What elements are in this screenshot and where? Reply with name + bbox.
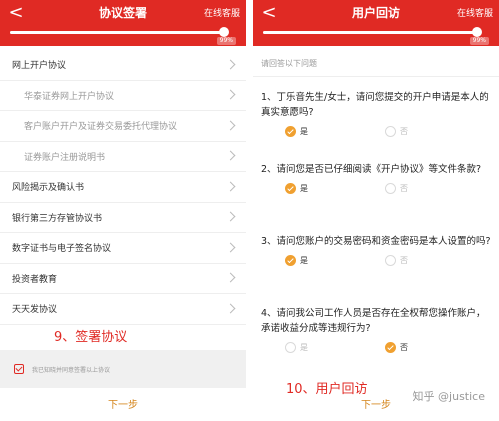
question-hint: 请回答以下问题 — [261, 59, 317, 68]
answer-label: 是 — [300, 184, 308, 193]
progress-track — [263, 31, 479, 34]
answer-no-option[interactable]: 否 — [385, 183, 408, 194]
radio-icon[interactable] — [285, 183, 296, 194]
answer-label: 是 — [300, 127, 308, 136]
chevron-right-icon — [225, 59, 236, 70]
header-bar: < 用户回访 在线客服 99% — [253, 0, 499, 46]
chevron-right-icon — [225, 89, 236, 100]
next-button[interactable]: 下一步 — [0, 396, 246, 411]
checkmark-icon — [287, 256, 294, 264]
answer-no-option[interactable]: 否 — [385, 255, 408, 266]
question-text: 4、请问我公司工作人员是否存在全权帮您操作账户，承诺收益分成等违规行为? — [261, 308, 486, 334]
watermark: 知乎 @justice — [412, 390, 485, 403]
agreement-item[interactable]: 银行第三方存管协议书 — [0, 203, 246, 233]
progress-knob — [218, 27, 229, 37]
agreement-item-label: 客户账户开户及证券交易委托代理协议 — [24, 122, 178, 133]
answer-no-option[interactable]: 否 — [385, 342, 408, 353]
checkmark-icon — [287, 127, 294, 135]
answer-options: 是否 — [261, 342, 493, 360]
checkmark-icon — [287, 184, 294, 192]
header-bar: < 协议签署 在线客服 99% — [0, 0, 246, 46]
agreement-item[interactable]: 证券账户注册说明书 — [0, 142, 246, 172]
answer-label: 是 — [300, 343, 308, 352]
radio-icon[interactable] — [385, 183, 396, 194]
radio-icon[interactable] — [385, 255, 396, 266]
chevron-right-icon — [225, 242, 236, 253]
confirm-checkbox[interactable] — [14, 364, 24, 374]
question-item: 1、丁乐音先生/女士，请问您提交的开户申请是本人的真实意愿吗? 是否 — [261, 90, 493, 144]
question-item: 4、请问我公司工作人员是否存在全权帮您操作账户，承诺收益分成等违规行为? 是否 — [261, 306, 493, 360]
checkmark-icon — [387, 343, 394, 351]
agreement-item[interactable]: 风险揭示及确认书 — [0, 172, 246, 203]
chevron-right-icon — [225, 272, 236, 283]
progress-fill — [10, 31, 224, 34]
answer-yes-option[interactable]: 是 — [285, 126, 308, 137]
step-caption: 9、签署协议 — [54, 330, 128, 345]
answer-yes-option[interactable]: 是 — [285, 342, 308, 353]
agreement-item[interactable]: 华泰证券网上开户协议 — [0, 81, 246, 111]
question-text: 3、请问您账户的交易密码和资金密码是本人设置的吗? — [261, 236, 491, 247]
checkmark-icon — [15, 364, 23, 372]
progress-knob — [471, 27, 482, 37]
chevron-right-icon — [225, 303, 236, 314]
radio-icon[interactable] — [285, 126, 296, 137]
radio-icon[interactable] — [385, 342, 396, 353]
progress-fill — [263, 31, 477, 34]
step-caption: 10、用户回访 — [286, 382, 368, 397]
answer-yes-option[interactable]: 是 — [285, 255, 308, 266]
agreement-item-label: 数字证书与电子签名协议 — [12, 244, 112, 255]
agreement-item[interactable]: 投资者教育 — [0, 264, 246, 294]
agreement-item-label: 证券账户注册说明书 — [24, 152, 106, 163]
progress-track — [10, 31, 226, 34]
radio-icon[interactable] — [285, 342, 296, 353]
radio-icon[interactable] — [285, 255, 296, 266]
confirm-text: 我已知晓并同意签署以上协议 — [32, 366, 111, 374]
user-callback-screen: < 用户回访 在线客服 99% 请回答以下问题 1、丁乐音先生/女士，请问您提交… — [253, 0, 499, 421]
answer-label: 是 — [300, 256, 308, 265]
agreement-item-label: 银行第三方存管协议书 — [12, 213, 103, 224]
divider — [253, 76, 499, 77]
agreement-item-label: 风险揭示及确认书 — [12, 183, 85, 194]
answer-options: 是否 — [261, 255, 493, 273]
answer-no-option[interactable]: 否 — [385, 126, 408, 137]
online-service-link[interactable]: 在线客服 — [204, 6, 240, 19]
agreement-item[interactable]: 天天发协议 — [0, 294, 246, 325]
progress-percent: 99% — [216, 37, 236, 45]
agreement-signing-screen: < 协议签署 在线客服 99% 网上开户协议华泰证券网上开户协议客户账户开户及证… — [0, 0, 246, 421]
agreement-item-label: 投资者教育 — [12, 274, 58, 285]
answer-label: 否 — [400, 184, 408, 193]
answer-yes-option[interactable]: 是 — [285, 183, 308, 194]
answer-options: 是否 — [261, 126, 493, 144]
confirm-bar: 我已知晓并同意签署以上协议 — [0, 350, 246, 388]
agreement-item-label: 网上开户协议 — [12, 61, 67, 72]
answer-label: 否 — [400, 343, 408, 352]
chevron-right-icon — [225, 120, 236, 131]
online-service-link[interactable]: 在线客服 — [457, 6, 493, 19]
agreement-item[interactable]: 客户账户开户及证券交易委托代理协议 — [0, 111, 246, 142]
answer-options: 是否 — [261, 183, 493, 201]
chevron-right-icon — [225, 181, 236, 192]
chevron-right-icon — [225, 150, 236, 161]
question-item: 2、请问您是否已仔细阅读《开户协议》等文件条款? 是否 — [261, 162, 493, 201]
chevron-right-icon — [225, 211, 236, 222]
answer-label: 否 — [400, 127, 408, 136]
radio-icon[interactable] — [385, 126, 396, 137]
agreement-list: 网上开户协议华泰证券网上开户协议客户账户开户及证券交易委托代理协议 证券账户注册说… — [0, 50, 246, 325]
agreement-item-label: 天天发协议 — [12, 305, 58, 316]
answer-label: 否 — [400, 256, 408, 265]
progress-percent: 99% — [469, 37, 489, 45]
question-text: 1、丁乐音先生/女士，请问您提交的开户申请是本人的真实意愿吗? — [261, 92, 489, 118]
question-item: 3、请问您账户的交易密码和资金密码是本人设置的吗? 是否 — [261, 234, 493, 273]
agreement-item[interactable]: 数字证书与电子签名协议 — [0, 233, 246, 264]
agreement-item[interactable]: 网上开户协议 — [0, 50, 246, 81]
agreement-item-label: 华泰证券网上开户协议 — [24, 91, 115, 102]
question-text: 2、请问您是否已仔细阅读《开户协议》等文件条款? — [261, 164, 482, 175]
